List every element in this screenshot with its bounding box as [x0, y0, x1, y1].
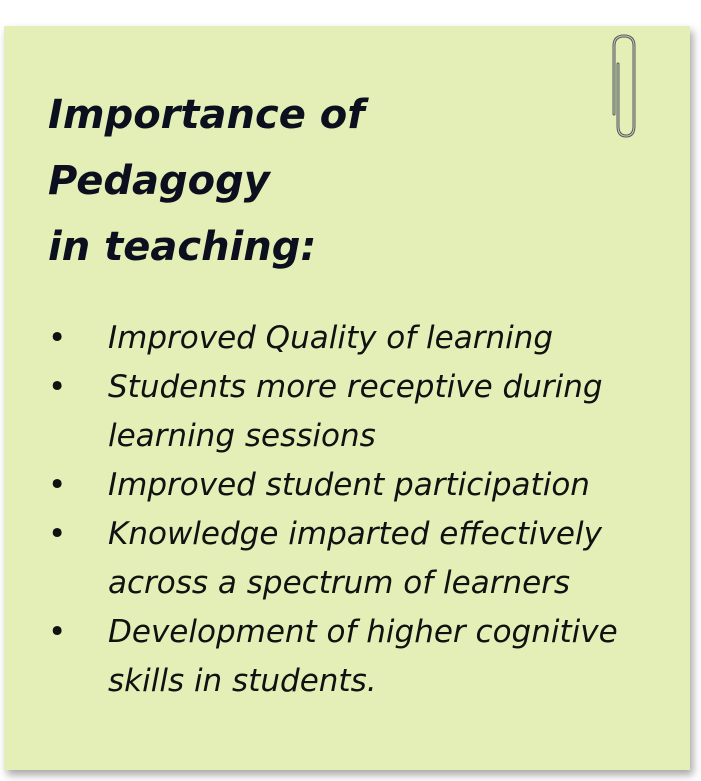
- note-title: Importance of Pedagogy in teaching:: [48, 82, 365, 280]
- title-line: in teaching:: [48, 224, 317, 270]
- sticky-note: Importance of Pedagogy in teaching: • Im…: [4, 26, 690, 770]
- bullet-dot: •: [48, 320, 67, 356]
- list-item: • Improved Quality of learning: [48, 314, 618, 363]
- bullet-dot: •: [48, 614, 67, 650]
- title-line: Pedagogy: [48, 158, 270, 204]
- list-item: • Improved student participation: [48, 461, 618, 510]
- list-item-text: Knowledge imparted effectively across a …: [108, 510, 618, 608]
- bullet-list: • Improved Quality of learning • Student…: [48, 314, 618, 706]
- list-item-line: Knowledge imparted effectively: [108, 516, 602, 552]
- bullet-dot: •: [48, 369, 67, 405]
- list-item: • Students more receptive during learnin…: [48, 363, 618, 461]
- list-item-text: Improved Quality of learning: [108, 314, 618, 363]
- title-line: Importance of: [48, 92, 365, 138]
- list-item-line: Improved student participation: [108, 467, 590, 503]
- list-item: • Development of higher cognitive skills…: [48, 608, 618, 706]
- list-item-text: Improved student participation: [108, 461, 618, 510]
- list-item-text: Development of higher cognitive skills i…: [108, 608, 618, 706]
- paperclip-icon: [612, 34, 636, 138]
- bullet-dot: •: [48, 467, 67, 503]
- list-item-line: learning sessions: [108, 418, 376, 454]
- list-item-text: Students more receptive during learning …: [108, 363, 618, 461]
- list-item-line: Students more receptive during: [108, 369, 603, 405]
- bullet-dot: •: [48, 516, 67, 552]
- list-item: • Knowledge imparted effectively across …: [48, 510, 618, 608]
- list-item-line: skills in students.: [108, 663, 377, 699]
- list-item-line: Improved Quality of learning: [108, 320, 554, 356]
- list-item-line: across a spectrum of learners: [108, 565, 571, 601]
- list-item-line: Development of higher cognitive: [108, 614, 618, 650]
